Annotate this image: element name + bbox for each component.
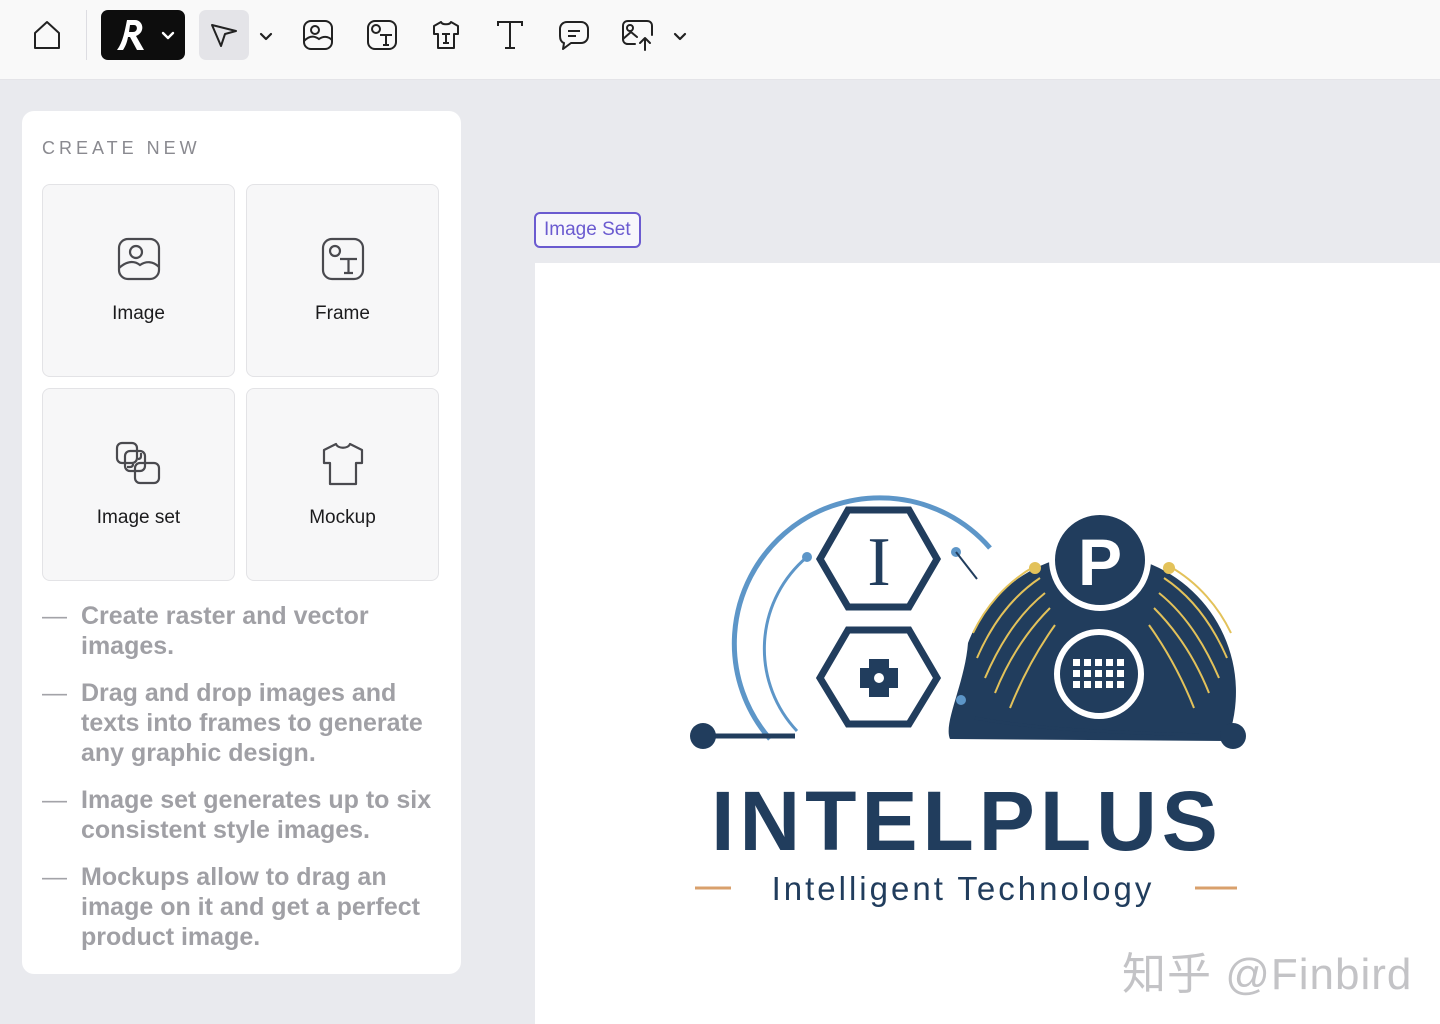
mockup-icon xyxy=(322,442,363,486)
image-set-tag[interactable]: Image Set xyxy=(534,212,641,248)
frame-tool-button[interactable] xyxy=(362,15,402,55)
intelplus-logo: P I INTELPLUS Intelligent Technology xyxy=(690,495,1246,907)
list-item: — Image set generates up to six consiste… xyxy=(42,785,447,845)
frame-icon xyxy=(321,237,364,281)
panel-title: CREATE NEW xyxy=(42,138,201,158)
logo-letter-p: P xyxy=(1078,525,1122,599)
frame-icon xyxy=(367,20,397,50)
tip-text: Mockups allow to drag an image on it and… xyxy=(81,863,420,951)
upload-icon xyxy=(622,20,653,51)
select-tool-dropdown[interactable] xyxy=(254,24,278,48)
logo-tagline: Intelligent Technology xyxy=(772,870,1155,907)
create-mockup-card[interactable]: Mockup xyxy=(246,388,439,581)
text-icon xyxy=(497,21,523,49)
mockup-tool-button[interactable] xyxy=(426,15,466,55)
image-set-icon xyxy=(115,441,160,485)
upload-tool-button[interactable] xyxy=(618,15,658,55)
create-image-set-card[interactable]: Image set xyxy=(42,388,235,581)
mockup-icon xyxy=(433,21,459,49)
watermark: 知乎 @Finbird xyxy=(1122,950,1413,999)
image-icon xyxy=(117,237,160,281)
brand-menu-button[interactable] xyxy=(101,10,185,60)
home-icon xyxy=(34,21,60,49)
comment-icon xyxy=(559,21,589,50)
tip-text: Create raster and vector images. xyxy=(81,602,369,660)
card-label: Image set xyxy=(96,507,181,528)
list-item: — Create raster and vector images. xyxy=(42,601,447,661)
pointer-icon xyxy=(211,24,237,47)
tip-text: Image set generates up to six consistent… xyxy=(81,786,432,844)
chevron-down-icon xyxy=(161,31,175,40)
comment-tool-button[interactable] xyxy=(554,15,594,55)
create-frame-card[interactable]: Frame xyxy=(246,184,439,377)
create-image-card[interactable]: Image xyxy=(42,184,235,377)
card-label: Mockup xyxy=(309,507,376,528)
tip-text: Drag and drop images and texts into fram… xyxy=(81,679,423,767)
image-tool-button[interactable] xyxy=(298,15,338,55)
card-label: Image xyxy=(112,303,165,324)
create-new-panel: CREATE NEW Image Frame Image set Mockup … xyxy=(22,111,461,974)
text-tool-button[interactable] xyxy=(490,15,530,55)
logo-title: INTELPLUS xyxy=(711,774,1223,868)
card-label: Frame xyxy=(315,303,370,324)
home-button[interactable] xyxy=(27,15,67,55)
upload-dropdown[interactable] xyxy=(668,24,692,48)
list-item: — Mockups allow to drag an image on it a… xyxy=(42,862,447,952)
toolbar xyxy=(0,0,1440,80)
image-icon xyxy=(303,20,333,50)
logo-letter-i: I xyxy=(867,524,890,601)
list-item: — Drag and drop images and texts into fr… xyxy=(42,678,447,768)
select-tool-button[interactable] xyxy=(199,10,249,60)
tips-list: — Create raster and vector images. — Dra… xyxy=(42,601,447,969)
artboard[interactable]: P I INTELPLUS Intelligent Technology xyxy=(535,263,1440,1024)
chevron-down-icon xyxy=(259,32,273,41)
brand-logo-icon xyxy=(117,20,144,50)
chevron-down-icon xyxy=(673,32,687,41)
toolbar-divider xyxy=(86,10,87,60)
